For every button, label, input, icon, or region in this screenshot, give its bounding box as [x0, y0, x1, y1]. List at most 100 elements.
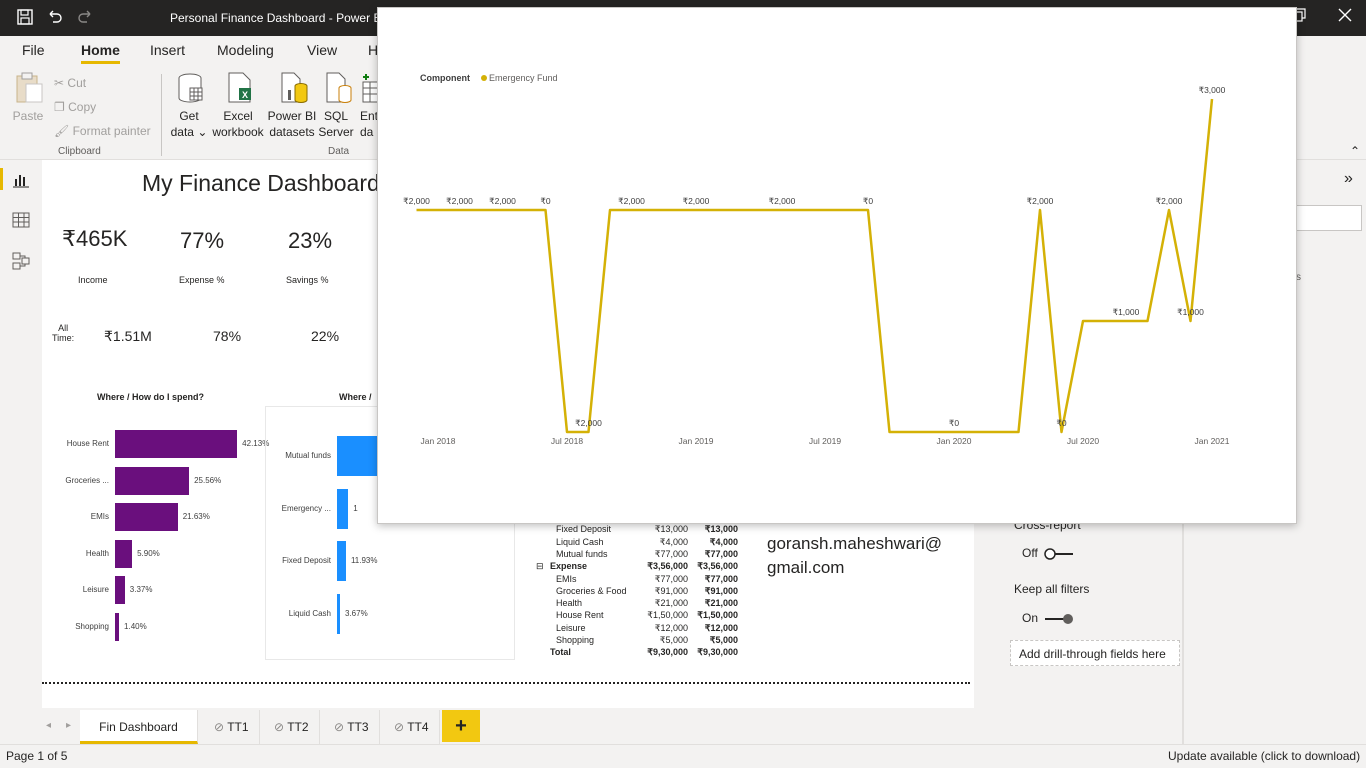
data-label: ₹0 — [949, 418, 959, 428]
tab-next-icon[interactable]: ▸ — [66, 720, 71, 731]
tab-fin-dashboard[interactable]: Fin Dashboard — [80, 710, 198, 744]
model-view-icon[interactable] — [12, 252, 30, 275]
close-icon[interactable] — [1338, 8, 1352, 27]
table-row[interactable]: Fixed Deposit ₹13,000 ₹13,000 — [536, 524, 746, 536]
copy-button[interactable]: ❐ Copy — [54, 99, 96, 115]
table-cell-value: ₹4,000 — [659, 536, 688, 547]
data-label: ₹1,000 — [1177, 307, 1204, 317]
tab-tt2[interactable]: ⊘ TT2 — [260, 710, 320, 744]
table-cell-total: ₹21,000 — [704, 598, 738, 609]
email-line-1: goransh.maheshwari@ — [767, 534, 943, 553]
data-label: ₹2,000 — [1027, 196, 1054, 206]
hidden-page-icon: ⊘ — [274, 720, 285, 734]
cut-button[interactable]: ✂ Cut — [54, 75, 86, 91]
svg-text:X: X — [242, 90, 248, 100]
spend-bar[interactable] — [115, 613, 120, 641]
keep-filters-toggle[interactable] — [1043, 612, 1075, 624]
data-label: ₹2,000 — [1156, 196, 1183, 206]
sql-server-icon — [324, 72, 352, 109]
invest-bar-label: Fixed Deposit — [282, 556, 331, 565]
x-tick-label: Jan 2019 — [679, 436, 714, 446]
menu-insert[interactable]: Insert — [150, 42, 185, 58]
x-tick-label: Jan 2018 — [421, 436, 456, 446]
report-view-icon[interactable] — [12, 172, 30, 193]
tab-tt1[interactable]: ⊘ TT1 — [200, 710, 260, 744]
collapse-icon[interactable]: ⊟ — [536, 561, 544, 572]
tab-tt4[interactable]: ⊘ TT4 — [380, 710, 440, 744]
format-painter-button[interactable]: 🖌 Format painter — [54, 123, 151, 139]
table-cell-value: ₹1,50,000 — [647, 610, 688, 621]
spend-bar[interactable] — [115, 503, 178, 532]
pbi-label-2: datasets — [269, 125, 315, 139]
cross-report-toggle[interactable] — [1043, 547, 1075, 560]
invest-bar[interactable] — [337, 488, 349, 529]
kpi-income-value[interactable]: ₹465K — [62, 226, 127, 252]
table-row[interactable]: Liquid Cash ₹4,000 ₹4,000 — [536, 537, 746, 549]
menu-view[interactable]: View — [307, 42, 337, 58]
table-cell-name: House Rent — [556, 610, 604, 621]
invest-bar[interactable] — [337, 436, 382, 476]
kpi-expense-value[interactable]: 77% — [180, 228, 224, 254]
dashboard-title: My Finance Dashboard — [142, 170, 380, 196]
table-cell-name: Expense — [550, 561, 588, 572]
get-data-button[interactable]: Get data ⌄ — [168, 108, 210, 140]
menu-home[interactable]: Home — [81, 42, 120, 64]
update-available-link[interactable]: Update available (click to download) — [1168, 749, 1360, 763]
tab-tt1-label: TT1 — [227, 720, 249, 734]
table-cell-name: Health — [556, 598, 583, 609]
table-cell-total: ₹77,000 — [704, 573, 738, 584]
table-cell-name: EMIs — [556, 573, 577, 584]
all-time-expense[interactable]: 78% — [213, 328, 241, 344]
spend-bar[interactable] — [115, 539, 133, 568]
kpi-savings-value[interactable]: 23% — [288, 228, 332, 254]
table-cell-name: Shopping — [556, 635, 595, 645]
add-drillthrough-button[interactable]: Add drill-through fields here — [1010, 640, 1180, 666]
tab-prev-icon[interactable]: ◂ — [46, 720, 51, 731]
table-row[interactable]: Shopping ₹5,000 ₹5,000 — [536, 635, 746, 647]
emergency-fund-series-line[interactable] — [416, 98, 1214, 434]
all-time-income[interactable]: ₹1.51M — [104, 328, 152, 345]
data-view-icon[interactable] — [12, 212, 30, 233]
table-row[interactable]: Health ₹21,000 ₹21,000 — [536, 598, 746, 610]
invest-bar[interactable] — [337, 593, 340, 634]
active-view-indicator — [0, 168, 3, 190]
paste-button[interactable]: Paste — [10, 108, 46, 124]
enter-data-button[interactable]: Ent da — [360, 108, 378, 140]
add-page-button[interactable]: + — [442, 710, 480, 742]
excel-workbook-button[interactable]: Excel workbook — [210, 108, 266, 140]
all-time-savings[interactable]: 22% — [311, 328, 339, 344]
spend-bar[interactable] — [115, 430, 238, 458]
table-row[interactable]: Leisure ₹12,000 ₹12,000 — [536, 623, 746, 635]
spend-bar[interactable] — [115, 466, 190, 495]
redo-icon[interactable] — [76, 8, 94, 31]
brush-icon: 🖌 — [54, 124, 70, 138]
sql-server-button[interactable]: SQL Server — [316, 108, 356, 140]
invest-bar[interactable] — [337, 541, 346, 581]
excel-label: Excel — [223, 109, 253, 123]
emergency-fund-tooltip-chart: Component Emergency Fund ₹2,000 ₹2,000 ₹2,00… — [377, 7, 1297, 524]
legend-label: Emergency Fund — [489, 73, 558, 83]
spend-bar[interactable] — [115, 576, 125, 605]
table-row[interactable]: Total ₹9,30,000 ₹9,30,000 — [536, 647, 746, 659]
table-row[interactable]: EMIs ₹77,000 ₹77,000 — [536, 574, 746, 586]
table-cell-total: ₹91,000 — [704, 585, 738, 596]
tab-tt3-label: TT3 — [347, 720, 369, 734]
table-row[interactable]: House Rent ₹1,50,000 ₹1,50,000 — [536, 610, 746, 622]
table-row[interactable]: ⊟ Expense ₹3,56,000 ₹3,56,000 — [536, 561, 746, 573]
spend-bar-label: Health — [85, 548, 109, 558]
data-label: ₹2,000 — [683, 196, 710, 206]
undo-icon[interactable] — [46, 8, 64, 31]
menu-modeling[interactable]: Modeling — [217, 42, 274, 58]
table-row[interactable]: Mutual funds ₹77,000 ₹77,000 — [536, 549, 746, 561]
tab-tt3[interactable]: ⊘ TT3 — [320, 710, 380, 744]
table-cell-value: ₹21,000 — [654, 598, 688, 609]
pane-search-input[interactable] — [1296, 205, 1362, 231]
table-row[interactable]: Groceries & Food ₹91,000 ₹91,000 — [536, 586, 746, 598]
save-icon[interactable] — [16, 8, 34, 31]
collapse-ribbon-icon[interactable]: ⌃ — [1350, 144, 1360, 158]
expand-pane-icon[interactable]: » — [1344, 170, 1353, 188]
tab-tt4-label: TT4 — [407, 720, 429, 734]
powerbi-datasets-button[interactable]: Power BI datasets — [266, 108, 318, 140]
copy-icon: ❐ — [54, 100, 65, 114]
menu-file[interactable]: File — [22, 42, 45, 58]
